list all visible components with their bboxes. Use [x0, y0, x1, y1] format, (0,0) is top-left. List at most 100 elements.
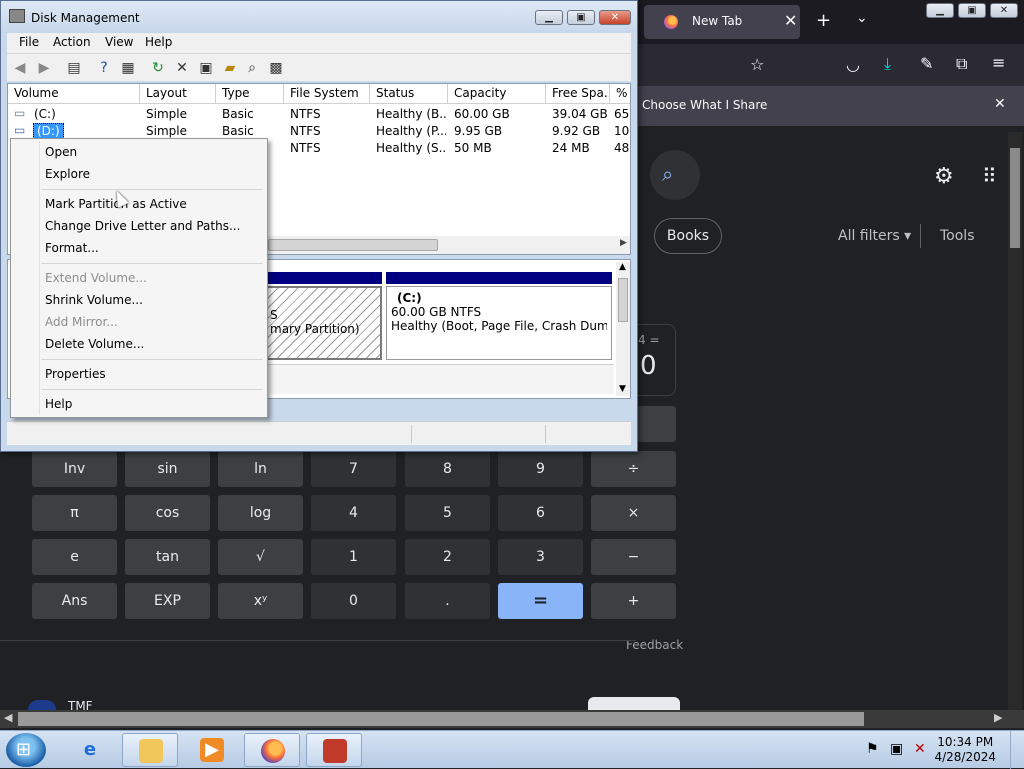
- title-bar[interactable]: Disk Management ▁ ▣ ✕: [1, 1, 637, 33]
- close-notification-icon[interactable]: ✕: [994, 96, 1006, 112]
- calc-button-8[interactable]: 8: [405, 451, 490, 487]
- search-icon[interactable]: ⌕: [243, 59, 261, 77]
- calc-button-divide[interactable]: ÷: [591, 451, 676, 487]
- help-icon[interactable]: ?: [95, 59, 113, 77]
- scrollbar-thumb[interactable]: [18, 712, 864, 726]
- calc-button-multiply[interactable]: ×: [591, 495, 676, 531]
- table-row[interactable]: ▭ (C:) Simple Basic NTFS Healthy (B... 6…: [8, 105, 630, 122]
- calc-button-1[interactable]: 1: [311, 539, 396, 575]
- show-desktop-button[interactable]: [1010, 731, 1024, 769]
- notification-button[interactable]: Choose What I Share: [642, 98, 767, 112]
- column-file-system[interactable]: File System: [284, 84, 370, 104]
- scroll-left-icon[interactable]: ◀: [4, 711, 12, 724]
- calc-button-inv[interactable]: Inv: [32, 451, 117, 487]
- forward-icon[interactable]: ▶: [35, 59, 53, 77]
- calc-button-4[interactable]: 4: [311, 495, 396, 531]
- close-tab-icon[interactable]: ✕: [784, 11, 797, 30]
- taskbar-computer-management[interactable]: [306, 733, 362, 767]
- calc-button-sqrt[interactable]: √: [218, 539, 303, 575]
- calc-button-tan[interactable]: tan: [125, 539, 210, 575]
- calc-button-9[interactable]: 9: [498, 451, 583, 487]
- menu-file[interactable]: File: [19, 35, 39, 49]
- column-type[interactable]: Type: [216, 84, 284, 104]
- taskbar-media-player[interactable]: ▶: [184, 733, 240, 767]
- partition-c[interactable]: (C:) 60.00 GB NTFS Healthy (Boot, Page F…: [386, 272, 612, 360]
- column-percent-free[interactable]: % F: [610, 84, 630, 104]
- column-status[interactable]: Status: [370, 84, 448, 104]
- calc-clear-button[interactable]: [636, 406, 676, 442]
- menu-item-format[interactable]: Format...: [45, 241, 99, 255]
- clock[interactable]: 10:34 PM 4/28/2024: [934, 735, 996, 765]
- apps-grid-icon[interactable]: ⠿: [982, 164, 997, 188]
- tab-list-chevron-icon[interactable]: ⌄: [856, 10, 868, 26]
- calc-button-ans[interactable]: Ans: [32, 583, 117, 619]
- menu-icon[interactable]: ≡: [992, 53, 1005, 72]
- column-layout[interactable]: Layout: [140, 84, 216, 104]
- bookmark-star-icon[interactable]: ☆: [750, 55, 764, 74]
- close-icon[interactable]: ✕: [599, 10, 631, 25]
- calc-button-7[interactable]: 7: [311, 451, 396, 487]
- settings-gear-icon[interactable]: ⚙: [934, 164, 954, 189]
- scroll-up-icon[interactable]: ▲: [619, 262, 626, 272]
- minimize-icon[interactable]: ▁: [926, 3, 954, 18]
- taskbar-firefox[interactable]: [244, 733, 300, 767]
- menu-item-shrink-volume[interactable]: Shrink Volume...: [45, 293, 143, 307]
- tab-new-tab[interactable]: New Tab ✕: [644, 5, 800, 39]
- scroll-right-icon[interactable]: ▶: [620, 238, 627, 248]
- calc-button-plus[interactable]: +: [591, 583, 676, 619]
- pocket-icon[interactable]: ◡: [846, 55, 860, 74]
- calc-button-exp[interactable]: EXP: [125, 583, 210, 619]
- menu-item-change-drive-letter[interactable]: Change Drive Letter and Paths...: [45, 219, 240, 233]
- scrollbar-thumb[interactable]: [268, 239, 438, 251]
- vertical-scrollbar[interactable]: [1008, 132, 1022, 722]
- scroll-down-icon[interactable]: ▼: [619, 384, 626, 394]
- volume-muted-icon[interactable]: ✕: [914, 741, 926, 757]
- back-icon[interactable]: ◀: [11, 59, 29, 77]
- calc-button-pi[interactable]: π: [32, 495, 117, 531]
- calc-button-e[interactable]: e: [32, 539, 117, 575]
- calc-button-equals[interactable]: =: [498, 583, 583, 619]
- taskbar-explorer[interactable]: [122, 733, 178, 767]
- show-hide-tree-icon[interactable]: ▤: [65, 59, 83, 77]
- downloads-icon[interactable]: ⤓: [884, 54, 891, 74]
- close-icon[interactable]: ✕: [990, 3, 1018, 18]
- calc-button-log[interactable]: log: [218, 495, 303, 531]
- settings-icon[interactable]: ▩: [267, 59, 285, 77]
- calc-button-6[interactable]: 6: [498, 495, 583, 531]
- refresh-icon[interactable]: ↻: [149, 59, 167, 77]
- scroll-right-icon[interactable]: ▶: [994, 711, 1002, 724]
- calc-button-cos[interactable]: cos: [125, 495, 210, 531]
- calc-button-sin[interactable]: sin: [125, 451, 210, 487]
- tools-button[interactable]: Tools: [940, 228, 975, 244]
- new-tab-icon[interactable]: +: [816, 10, 831, 31]
- menu-item-explore[interactable]: Explore: [45, 167, 90, 181]
- menu-item-properties[interactable]: Properties: [45, 367, 106, 381]
- action-center-flag-icon[interactable]: ⚑: [866, 741, 879, 757]
- menu-item-help[interactable]: Help: [45, 397, 72, 411]
- calc-button-power[interactable]: xʸ: [218, 583, 303, 619]
- search-button[interactable]: ⌕: [650, 150, 700, 200]
- menu-action[interactable]: Action: [53, 35, 91, 49]
- extensions-icon[interactable]: ⧉: [956, 54, 967, 74]
- calc-button-2[interactable]: 2: [405, 539, 490, 575]
- books-chip[interactable]: Books: [654, 218, 722, 254]
- delete-icon[interactable]: ✕: [173, 59, 191, 77]
- menu-help[interactable]: Help: [145, 35, 172, 49]
- maximize-icon[interactable]: ▣: [958, 3, 986, 18]
- calc-button-ln[interactable]: ln: [218, 451, 303, 487]
- calc-button-decimal[interactable]: .: [405, 583, 490, 619]
- menu-view[interactable]: View: [105, 35, 133, 49]
- calc-button-0[interactable]: 0: [311, 583, 396, 619]
- calc-button-5[interactable]: 5: [405, 495, 490, 531]
- calc-button-3[interactable]: 3: [498, 539, 583, 575]
- menu-item-open[interactable]: Open: [45, 145, 77, 159]
- open-folder-icon[interactable]: ▰: [221, 59, 239, 77]
- menu-item-delete-volume[interactable]: Delete Volume...: [45, 337, 144, 351]
- list-horizontal-scrollbar[interactable]: ▶: [268, 236, 630, 254]
- properties-icon[interactable]: ▣: [197, 59, 215, 77]
- wrench-icon[interactable]: ✎: [920, 54, 933, 73]
- graph-vertical-scrollbar[interactable]: ▲ ▼: [616, 262, 630, 396]
- start-button[interactable]: ⊞: [6, 733, 46, 767]
- column-volume[interactable]: Volume: [8, 84, 140, 104]
- properties-pane-icon[interactable]: ▦: [119, 59, 137, 77]
